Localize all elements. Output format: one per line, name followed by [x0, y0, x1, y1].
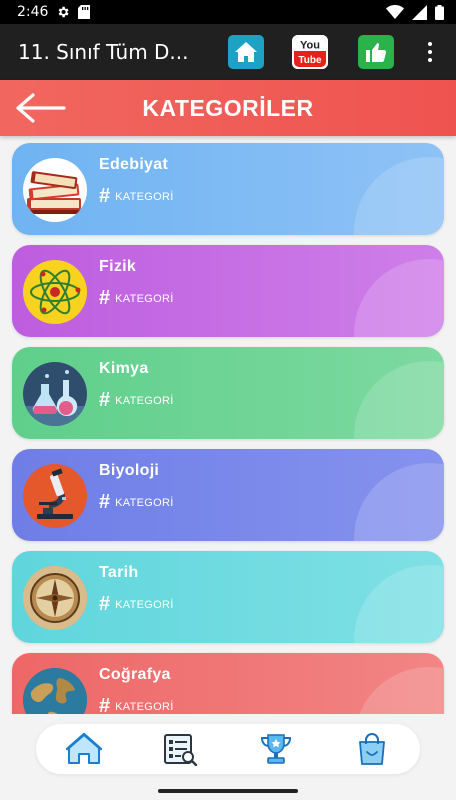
youtube-icon: You Tube	[292, 35, 328, 69]
category-tag: # KATEGORİ	[99, 287, 174, 309]
category-card-cografya[interactable]: Coğrafya # KATEGORİ	[12, 653, 444, 714]
category-card-kimya[interactable]: Kimya # KATEGORİ	[12, 347, 444, 439]
youtube-button[interactable]: You Tube	[292, 35, 328, 69]
app-bar: 11. Sınıf Tüm D... You Tube	[0, 24, 456, 80]
home-button[interactable]	[228, 35, 264, 69]
category-tag: # KATEGORİ	[99, 491, 174, 513]
category-card-fizik[interactable]: Fizik # KATEGORİ	[12, 245, 444, 337]
books-icon	[23, 158, 87, 222]
house-icon	[235, 42, 257, 62]
status-time: 2:46	[17, 4, 49, 20]
card-decoration	[354, 259, 444, 337]
youtube-logo-you: You	[300, 40, 320, 52]
shopping-bag-icon	[359, 733, 385, 765]
hash-icon: #	[99, 287, 111, 309]
category-name: Biyoloji	[99, 462, 160, 479]
card-decoration	[354, 667, 444, 714]
trophy-icon	[260, 734, 292, 764]
category-name: Tarih	[99, 564, 139, 581]
sd-card-icon	[78, 5, 91, 19]
house-icon	[66, 732, 102, 764]
category-card-biyoloji[interactable]: Biyoloji # KATEGORİ	[12, 449, 444, 541]
battery-icon	[435, 4, 444, 20]
category-name: Edebiyat	[99, 156, 169, 173]
hash-icon: #	[99, 593, 111, 615]
signal-icon	[412, 4, 427, 20]
more-vert-icon[interactable]	[420, 40, 440, 64]
gear-icon	[59, 6, 69, 18]
category-tag: # KATEGORİ	[99, 695, 174, 714]
page-title: KATEGORİLER	[142, 94, 314, 121]
category-card-edebiyat[interactable]: Edebiyat # KATEGORİ	[12, 143, 444, 235]
youtube-logo-tube: Tube	[298, 55, 322, 66]
category-card-tarih[interactable]: Tarih # KATEGORİ	[12, 551, 444, 643]
category-header: KATEGORİLER	[0, 80, 456, 136]
bottom-nav	[36, 724, 420, 774]
thumbs-up-icon	[366, 43, 387, 62]
nav-shop[interactable]	[352, 729, 392, 769]
hash-icon: #	[99, 389, 111, 411]
screen: 2:46 11. Sınıf Tüm D... You Tube KATEGOR…	[0, 0, 456, 800]
app-title: 11. Sınıf Tüm D...	[18, 40, 189, 64]
wifi-icon	[386, 5, 404, 19]
compass-icon	[23, 566, 87, 630]
arrow-left-icon[interactable]	[14, 92, 66, 124]
microscope-icon	[23, 464, 87, 528]
hash-icon: #	[99, 491, 111, 513]
nav-quiz[interactable]	[160, 729, 200, 769]
nav-home[interactable]	[64, 729, 104, 769]
status-bar: 2:46	[0, 0, 456, 24]
flasks-icon	[23, 362, 87, 426]
category-tag: # KATEGORİ	[99, 185, 174, 207]
atom-icon	[23, 260, 87, 324]
gesture-home-bar[interactable]	[158, 789, 298, 793]
hash-icon: #	[99, 695, 111, 714]
checklist-search-icon	[164, 734, 198, 766]
nav-trophy[interactable]	[256, 729, 296, 769]
card-decoration	[354, 157, 444, 235]
globe-icon	[23, 668, 87, 714]
category-name: Coğrafya	[99, 666, 171, 683]
card-decoration	[354, 361, 444, 439]
category-name: Kimya	[99, 360, 149, 377]
category-tag: # KATEGORİ	[99, 593, 174, 615]
category-name: Fizik	[99, 258, 137, 275]
hash-icon: #	[99, 185, 111, 207]
card-decoration	[354, 463, 444, 541]
category-list: Edebiyat # KATEGORİ Fizik # KATEGORİ Kim…	[0, 136, 456, 714]
card-decoration	[354, 565, 444, 643]
category-tag: # KATEGORİ	[99, 389, 174, 411]
like-button[interactable]	[358, 35, 394, 69]
